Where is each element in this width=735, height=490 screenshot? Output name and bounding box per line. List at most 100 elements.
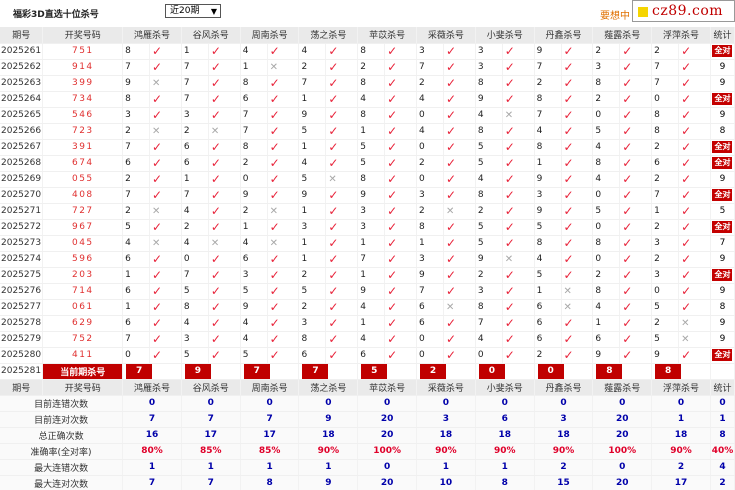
row-kill-number: 2	[416, 75, 444, 92]
check-icon: ✓	[387, 188, 398, 202]
header-expert[interactable]: 荡之杀号	[298, 379, 359, 396]
header-expert[interactable]: 小斐杀号	[475, 27, 535, 44]
check-icon: ✓	[622, 252, 633, 266]
header-expert[interactable]: 周南杀号	[240, 27, 300, 44]
row-kill-number: 9	[357, 283, 386, 300]
row-kill-number: 8	[651, 107, 680, 124]
row-result: ✓	[325, 251, 359, 268]
check-icon: ✓	[622, 300, 633, 314]
header-expert[interactable]: 采薇杀号	[416, 379, 476, 396]
header-expert[interactable]: 鸿雁杀号	[122, 27, 182, 44]
check-icon: ✓	[622, 284, 633, 298]
row-result: ✓	[561, 139, 594, 156]
row-draw-number: 734	[42, 91, 124, 108]
check-icon: ✓	[328, 300, 339, 314]
row-result: ✓	[561, 203, 594, 220]
row-stat: 9	[710, 251, 735, 268]
row-period: 2025275	[0, 267, 44, 284]
check-icon: ✓	[504, 332, 515, 346]
row-result: ✓	[267, 107, 300, 124]
check-icon: ✓	[152, 92, 163, 106]
row-period: 2025268	[0, 155, 44, 172]
header-expert[interactable]: 周南杀号	[240, 379, 300, 396]
row-result: ✕	[678, 331, 711, 348]
header-expert[interactable]: 薤露杀号	[592, 27, 653, 44]
row-result: ✓	[325, 235, 359, 252]
header-expert[interactable]: 谷风杀号	[181, 27, 241, 44]
header-expert[interactable]: 薤露杀号	[592, 379, 653, 396]
row-kill-number: 2	[416, 203, 444, 220]
row-kill-number: 8	[651, 123, 680, 140]
row-kill-number: 6	[240, 91, 268, 108]
row-result: ✓	[267, 171, 300, 188]
row-result: ✕	[149, 75, 182, 92]
logo-square-icon	[638, 7, 648, 17]
row-kill-number: 2	[122, 203, 151, 220]
row-result: ✓	[443, 43, 476, 60]
row-kill-number: 3	[240, 267, 268, 284]
header-expert[interactable]: 苹苡杀号	[357, 379, 418, 396]
row-kill-number: 6	[122, 315, 151, 332]
summary-value: 20	[357, 427, 418, 444]
row-kill-number: 1	[240, 59, 268, 76]
row-result: ✓	[619, 315, 653, 332]
table-row: 2025261 751 8 ✓ 1 ✓ 4 ✓ 4 ✓ 8 ✓ 3 ✓ 3 ✓ 9 ✓ 2 ✓ 2 ✓ 全对	[0, 43, 735, 60]
cross-icon: ✕	[563, 285, 572, 297]
row-result: ✓	[502, 299, 535, 316]
row-kill-number: 2	[651, 171, 680, 188]
row-kill-number: 2	[651, 315, 680, 332]
summary-value: 8	[475, 475, 535, 490]
header-expert[interactable]: 荡之杀号	[298, 27, 359, 44]
row-result: ✓	[149, 91, 182, 108]
check-icon: ✓	[504, 124, 515, 138]
row-kill-number: 4	[416, 123, 444, 140]
row-kill-number: 2	[298, 299, 327, 316]
header-expert[interactable]: 丹鑫杀号	[534, 27, 594, 44]
check-icon: ✓	[328, 284, 339, 298]
row-result: ✓	[561, 187, 594, 204]
row-kill-number: 1	[298, 91, 327, 108]
check-icon: ✓	[210, 156, 221, 170]
period-select[interactable]: 近20期 ▼	[165, 4, 221, 18]
summary-value: 90%	[651, 443, 711, 460]
row-result: ✓	[384, 91, 418, 108]
promo-text[interactable]: 要想中	[600, 7, 630, 22]
check-icon: ✓	[210, 140, 221, 154]
row-kill-number: 9	[122, 75, 151, 92]
header-expert[interactable]: 小斐杀号	[475, 379, 535, 396]
row-kill-number: 8	[357, 171, 386, 188]
header-expert[interactable]: 谷风杀号	[181, 379, 241, 396]
check-icon: ✓	[622, 316, 633, 330]
check-icon: ✓	[210, 348, 221, 362]
row-result: ✓	[267, 283, 300, 300]
row-period: 2025262	[0, 59, 44, 76]
table-row: 2025272 967 5 ✓ 2 ✓ 1 ✓ 3 ✓ 3 ✓ 8 ✓ 5 ✓ 5 ✓ 0 ✓ 2 ✓ 全对	[0, 219, 735, 236]
check-icon: ✓	[210, 188, 221, 202]
row-result: ✕	[267, 59, 300, 76]
table-row: 2025275 203 1 ✓ 7 ✓ 3 ✓ 2 ✓ 1 ✓ 9 ✓ 2 ✓ 5 ✓ 2 ✓ 3 ✓ 全对	[0, 267, 735, 284]
header-expert[interactable]: 浮萍杀号	[651, 27, 711, 44]
header-stat: 统计	[710, 379, 735, 396]
row-result: ✓	[619, 91, 653, 108]
row-period: 2025273	[0, 235, 44, 252]
current-stat-empty	[710, 363, 735, 380]
header-expert[interactable]: 采薇杀号	[416, 27, 476, 44]
header-expert[interactable]: 浮萍杀号	[651, 379, 711, 396]
summary-value: 1	[651, 411, 711, 428]
header-expert[interactable]: 苹苡杀号	[357, 27, 418, 44]
row-kill-number: 7	[240, 107, 268, 124]
row-kill-number: 1	[240, 219, 268, 236]
check-icon: ✓	[152, 316, 163, 330]
row-result: ✓	[678, 235, 711, 252]
header-expert[interactable]: 丹鑫杀号	[534, 379, 594, 396]
check-icon: ✓	[445, 252, 456, 266]
check-icon: ✓	[445, 92, 456, 106]
check-icon: ✓	[622, 76, 633, 90]
summary-value: 0	[181, 395, 241, 412]
site-logo[interactable]: cz89.com	[632, 0, 735, 22]
row-kill-number: 7	[298, 75, 327, 92]
row-result: ✕	[267, 203, 300, 220]
period-select-value: 近20期	[170, 6, 200, 16]
row-kill-number: 6	[592, 331, 621, 348]
header-expert[interactable]: 鸿雁杀号	[122, 379, 182, 396]
